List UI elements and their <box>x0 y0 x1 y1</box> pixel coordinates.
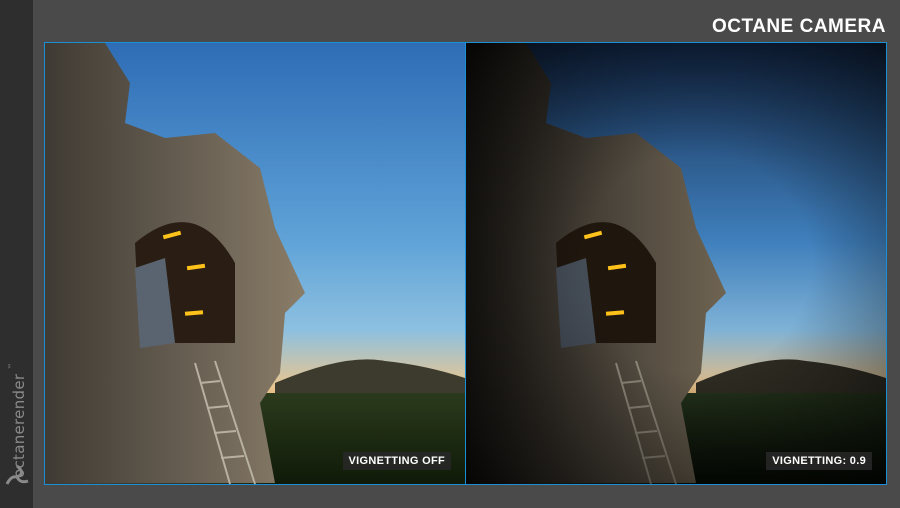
render-image-off <box>45 43 465 484</box>
panel-caption: VIGNETTING: 0.9 <box>766 452 872 470</box>
render-panel-vignetting-off: VIGNETTING OFF <box>45 43 465 484</box>
render-image-vignette <box>466 43 886 484</box>
side-brand-bar: octanerender ™ <box>0 0 33 508</box>
panel-caption: VIGNETTING OFF <box>342 452 451 470</box>
octane-logo-icon <box>5 464 29 485</box>
brand-trademark: ™ <box>7 362 16 370</box>
page-title: OCTANE CAMERA <box>712 16 886 37</box>
comparison-frame: VIGNETTING OFF VIGNETTING: 0.9 <box>44 42 887 485</box>
render-panel-vignetting-0-9: VIGNETTING: 0.9 <box>466 43 886 484</box>
